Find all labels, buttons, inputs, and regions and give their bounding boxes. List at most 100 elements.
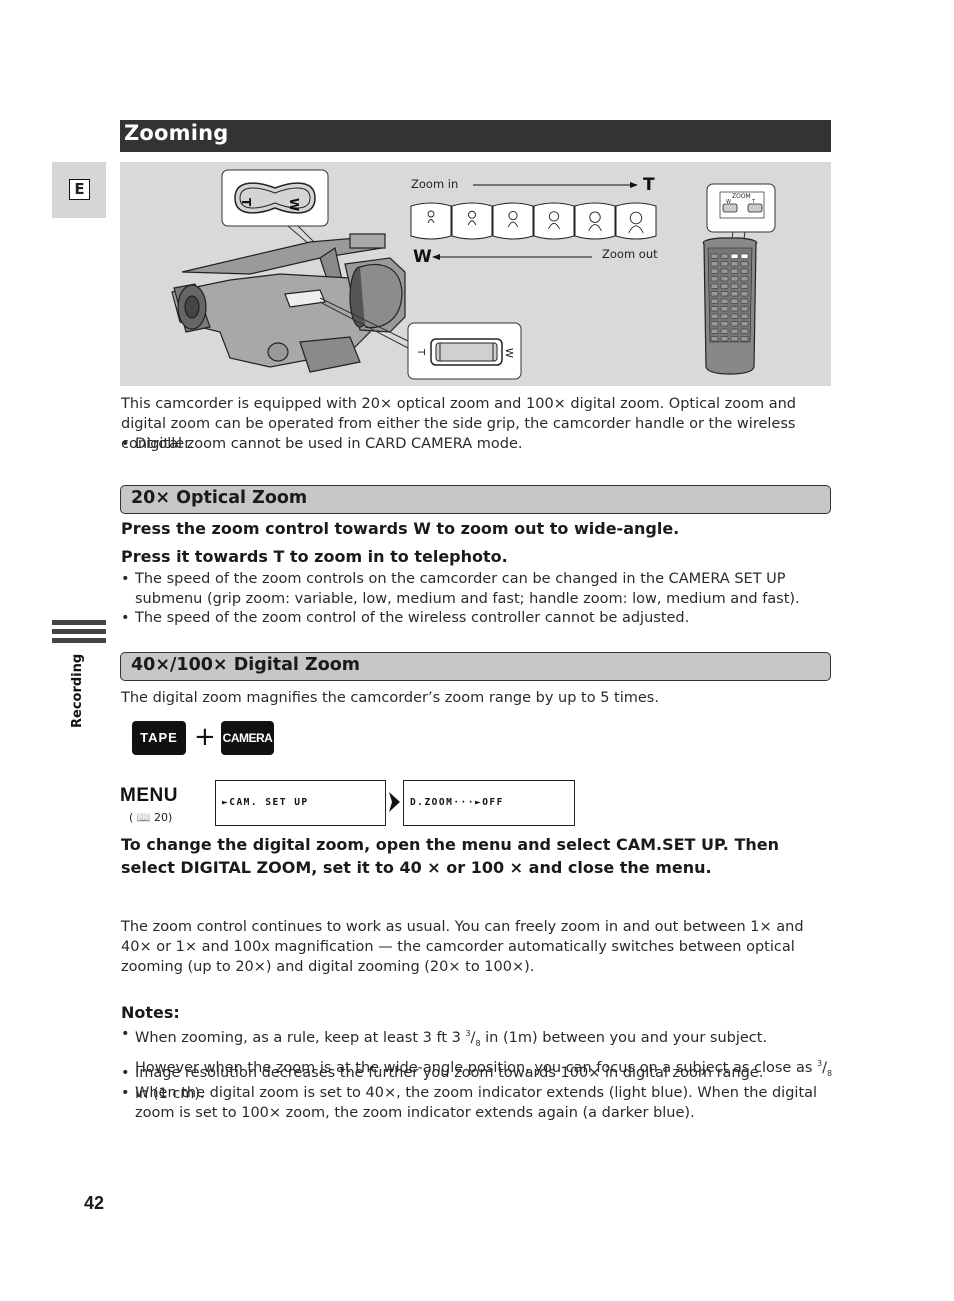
optical-instruction-tele: Press it towards T to zoom in to telepho… <box>121 547 508 566</box>
camera-mode-button: CAMERA <box>221 721 274 755</box>
remote-button <box>740 336 749 342</box>
illustration-svg: T W T W <box>171 169 776 380</box>
subject-head <box>427 210 435 218</box>
handle-w-label: W <box>287 198 301 211</box>
subject-head <box>629 211 643 225</box>
remote-button <box>740 253 749 259</box>
section-title-optical-zoom: 20× Optical Zoom <box>131 488 308 508</box>
remote-button <box>710 291 719 297</box>
remote-button <box>730 253 739 259</box>
zoom-frame <box>410 202 452 240</box>
zoom-in-arrow <box>473 182 638 188</box>
optical-bullet-remote: The speed of the zoom control of the wir… <box>121 608 833 628</box>
remote-button <box>710 313 719 319</box>
remote-button <box>740 298 749 304</box>
plus-sign: + <box>194 722 216 752</box>
remote-button <box>720 276 729 282</box>
remote-button <box>740 291 749 297</box>
side-marker-line <box>52 638 106 643</box>
grip-t-label: T <box>415 348 426 356</box>
digital-description: The digital zoom magnifies the camcorder… <box>121 690 659 706</box>
zoom-frame <box>492 202 534 240</box>
digital-paragraph: The zoom control continues to work as us… <box>121 919 804 975</box>
remote-button <box>730 336 739 342</box>
digital-instruction: To change the digital zoom, open the men… <box>121 835 779 877</box>
remote-button <box>720 283 729 289</box>
remote-button <box>710 336 719 342</box>
side-marker-line <box>52 620 106 625</box>
remote-button <box>710 321 719 327</box>
zoom-out-arrow <box>432 254 592 260</box>
remote-button <box>740 261 749 267</box>
remote-button <box>730 306 739 312</box>
remote-button <box>720 313 729 319</box>
note-indicator: When the digital zoom is set to 40×, the… <box>121 1083 833 1123</box>
remote-button <box>720 328 729 334</box>
optical-instruction-wide: Press the zoom control towards W to zoom… <box>121 519 680 538</box>
next-step-arrow-icon <box>389 792 400 812</box>
remote-button <box>710 253 719 259</box>
remote-zoom-label: ZOOM <box>732 193 751 200</box>
remote-button <box>730 276 739 282</box>
subject-head <box>508 211 518 221</box>
subject-head <box>467 210 477 219</box>
remote-button <box>720 321 729 327</box>
remote-button <box>740 313 749 319</box>
language-tab-label: E <box>69 179 90 200</box>
remote-button <box>740 306 749 312</box>
remote-t-label: T <box>752 199 756 205</box>
menu-button-label: MENU <box>120 785 178 806</box>
zoom-in-label: Zoom in <box>411 177 459 191</box>
grip-w-label: W <box>503 348 514 358</box>
remote-button <box>710 298 719 304</box>
remote-button <box>710 328 719 334</box>
tape-mode-button: TAPE <box>132 721 186 755</box>
intro-bullet: Digital zoom cannot be used in CARD CAME… <box>121 434 833 454</box>
remote-button <box>740 328 749 334</box>
remote-button <box>730 321 739 327</box>
handle-t-label: T <box>239 198 253 207</box>
remote-button <box>740 268 749 274</box>
section-header-optical-zoom: 20× Optical Zoom <box>120 485 831 514</box>
remote-button <box>720 336 729 342</box>
subject-head <box>548 211 560 222</box>
section-title-digital-zoom: 40×/100× Digital Zoom <box>131 655 360 675</box>
remote-button <box>710 283 719 289</box>
remote-button <box>720 253 729 259</box>
language-tab: E <box>52 162 106 218</box>
remote-button <box>740 283 749 289</box>
page-title-bar: Zooming <box>120 120 831 152</box>
page-title: Zooming <box>124 121 229 145</box>
remote-button <box>710 306 719 312</box>
remote-button <box>730 268 739 274</box>
page-number: 42 <box>84 1193 105 1213</box>
remote-button <box>720 268 729 274</box>
zoom-out-label: Zoom out <box>602 247 658 261</box>
remote-button <box>730 283 739 289</box>
remote-button <box>730 313 739 319</box>
section-side-label: Recording <box>70 653 85 728</box>
remote-w-label: W <box>726 199 731 205</box>
remote-button <box>720 306 729 312</box>
side-marker-line <box>52 629 106 634</box>
remote-button <box>710 268 719 274</box>
remote-button <box>710 261 719 267</box>
remote-button <box>720 261 729 267</box>
remote-button <box>730 328 739 334</box>
tele-label: T <box>643 175 655 195</box>
subject-head <box>589 211 601 223</box>
menu-step-cam-setup: ►CAM. SET UP <box>215 780 386 826</box>
remote-button <box>740 321 749 327</box>
remote-button <box>730 291 739 297</box>
zoom-illustration: T W T W Zoom in T W Zoom out ZOOM W T <box>120 162 831 386</box>
remote-button <box>710 276 719 282</box>
remote-button <box>740 276 749 282</box>
camcorder-icon <box>171 233 411 373</box>
wide-label: W <box>413 247 432 267</box>
zoom-frames-strip <box>410 202 657 240</box>
remote-button <box>730 261 739 267</box>
grip-zoom-callout: T W <box>407 322 522 380</box>
menu-page-reference: ( 📖 20) <box>129 811 173 824</box>
note-resolution: Image resolution decreases the further y… <box>121 1063 833 1083</box>
remote-controller-icon <box>702 183 776 375</box>
